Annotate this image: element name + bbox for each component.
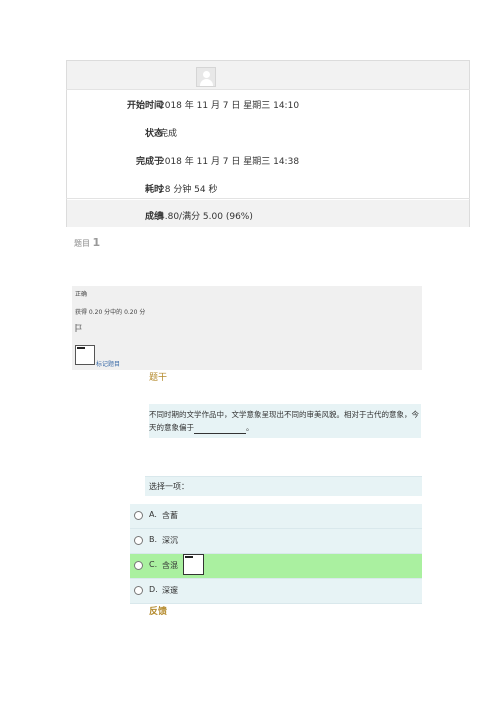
- summary-value: 28 分钟 54 秒: [159, 185, 218, 195]
- checkbox-image-bar: [77, 347, 85, 349]
- mark-image-bar: [185, 556, 193, 558]
- option-b[interactable]: B. 深沉: [130, 529, 422, 554]
- summary-value: 完成: [159, 129, 178, 139]
- answer-prompt-label: 选择一项：: [149, 482, 189, 491]
- option-text: 含混: [162, 561, 178, 570]
- option-letter: A.: [149, 510, 157, 519]
- summary-avatar-row: [67, 61, 469, 90]
- summary-value: 2018 年 11 月 7 日 星期三 14:10: [159, 101, 300, 111]
- summary-divider: [66, 89, 470, 90]
- radio-button[interactable]: [134, 511, 143, 520]
- avatar-head-shape: [203, 71, 210, 78]
- summary-value: 2018 年 11 月 7 日 星期三 14:38: [159, 157, 300, 167]
- question-state: 正确: [75, 291, 88, 298]
- question-text: 不同时期的文学作品中，文学意象呈现出不同的审美风貌。相对于古代的意象，今天的意象…: [149, 404, 421, 438]
- flag-question-checkbox[interactable]: [75, 345, 95, 365]
- question-number-value: 1: [92, 236, 101, 249]
- option-text: 深沉: [162, 536, 178, 545]
- question-info-panel: 正确 获得 0.20 分中的 0.20 分 标记题目: [72, 286, 422, 370]
- question-text-part1: 不同时期的文学作品中，文学意象呈现出不同的审美风貌。相对于古代的意象，今天的意象…: [149, 410, 419, 432]
- summary-row-state: 状态 完成: [67, 117, 469, 144]
- summary-row-finished: 完成于 2018 年 11 月 7 日 星期三 14:38: [67, 145, 469, 172]
- flag-question-link[interactable]: 标记题目: [96, 359, 120, 368]
- question-number-prefix: 题目: [74, 239, 90, 248]
- answer-options: A. 含蓄 B. 深沉 C. 含混 D. 深邃: [130, 504, 422, 604]
- question-text-part2: 。: [246, 423, 254, 432]
- question-number: 题目 1: [74, 236, 100, 249]
- question-grade: 获得 0.20 分中的 0.20 分: [75, 309, 146, 316]
- radio-button[interactable]: [134, 586, 143, 595]
- option-letter: C.: [149, 560, 158, 569]
- summary-row-duration: 耗时 28 分钟 54 秒: [67, 173, 469, 200]
- radio-button[interactable]: [134, 561, 143, 570]
- answer-prompt: 选择一项：: [145, 476, 422, 496]
- option-text: 深邃: [162, 586, 178, 595]
- summary-divider: [66, 198, 470, 199]
- radio-button[interactable]: [134, 536, 143, 545]
- option-a[interactable]: A. 含蓄: [130, 504, 422, 529]
- option-letter: B.: [149, 535, 158, 544]
- summary-row-grade: 成绩 4.80/满分 5.00 (96%): [67, 200, 469, 227]
- question-text-heading: 题干: [149, 373, 168, 383]
- avatar-body-shape: [200, 79, 213, 86]
- option-text: 含蓄: [162, 511, 178, 520]
- option-letter: D.: [149, 585, 158, 594]
- option-c[interactable]: C. 含混: [130, 554, 422, 579]
- summary-label: 开始时间: [126, 101, 163, 111]
- summary-value: 4.80/满分 5.00 (96%): [159, 212, 253, 222]
- summary-row-start: 开始时间 2018 年 11 月 7 日 星期三 14:10: [67, 90, 469, 115]
- feedback-heading: 反馈: [149, 607, 168, 617]
- quiz-summary-table: 开始时间 2018 年 11 月 7 日 星期三 14:10 状态 完成 完成于…: [66, 60, 470, 227]
- answer-blank: [194, 425, 246, 434]
- avatar: [196, 67, 216, 87]
- option-d[interactable]: D. 深邃: [130, 579, 422, 604]
- flag-icon: [75, 324, 83, 334]
- correct-mark-icon: [183, 554, 204, 575]
